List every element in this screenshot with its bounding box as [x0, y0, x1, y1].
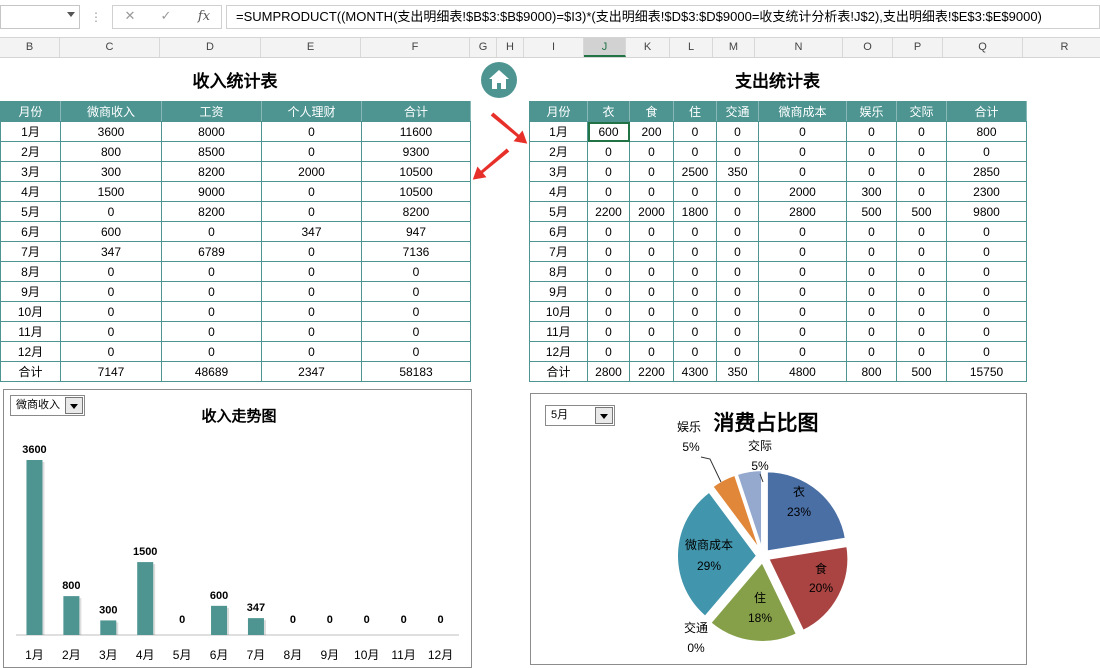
bar-data-label: 0: [437, 614, 443, 626]
slice-label: 交际: [748, 438, 772, 453]
arrow-to-expense-table: [490, 112, 528, 144]
bar-data-label: 0: [290, 614, 296, 626]
slice-percent-label: 18%: [748, 611, 772, 625]
bar-data-label: 600: [210, 590, 228, 602]
expense-pie-plot: 衣 23% 食 20% 住 18% 交通 0% 微商成本 29% 娱乐 5% 交际 5%: [676, 420, 850, 655]
slice-label: 微商成本: [685, 537, 733, 552]
bar-data-label: 347: [247, 602, 265, 614]
income-bar-plot: 3600 1月 800 2月 300 3月 1500 4月 0 5月 600 6月 347 7月 0 8月 0 9…: [16, 444, 459, 662]
income-trend-chart: 微商收入 收入走势图 3600 1月 800 2月 300 3月 1500 4月 0 5月 600 6…: [3, 389, 472, 668]
slice-percent-label: 5%: [751, 459, 769, 473]
x-tick-label: 3月: [99, 648, 118, 662]
slice-label: 住: [754, 591, 766, 605]
slice-label: 食: [815, 561, 827, 576]
x-tick-label: 8月: [284, 648, 303, 662]
bar-data-label: 300: [99, 604, 117, 616]
x-tick-label: 2月: [62, 648, 81, 662]
arrow-to-income-table: [472, 148, 510, 180]
x-tick-label: 6月: [210, 648, 229, 662]
x-tick-label: 9月: [320, 648, 339, 662]
slice-percent-label: 20%: [809, 581, 833, 595]
slice-label: 交通: [684, 620, 708, 635]
x-tick-label: 1月: [25, 648, 44, 662]
bar: [26, 460, 43, 635]
bar-data-label: 1500: [133, 546, 157, 558]
bar: [137, 562, 154, 635]
bar-data-label: 3600: [22, 444, 46, 456]
slice-label: 衣: [793, 484, 805, 499]
slice-percent-label: 5%: [682, 440, 700, 454]
x-tick-label: 11月: [391, 648, 415, 662]
leader-line: [700, 456, 722, 483]
bar: [100, 620, 117, 635]
bar: [211, 605, 228, 635]
bar: [247, 618, 264, 635]
slice-percent-label: 23%: [787, 505, 811, 519]
bar-data-label: 800: [62, 580, 80, 592]
slice-label: 娱乐: [677, 420, 701, 434]
expense-share-chart: 5月 消费占比图 衣 23% 食 20% 住 18% 交通 0% 微商成本 29% 娱乐 5% 交际 5%: [530, 393, 1027, 665]
x-tick-label: 12月: [428, 648, 453, 662]
slice-percent-label: 29%: [697, 559, 721, 573]
bar-data-label: 0: [364, 614, 370, 626]
x-tick-label: 4月: [136, 648, 155, 662]
x-tick-label: 5月: [173, 648, 192, 662]
x-tick-label: 10月: [354, 648, 379, 662]
bar-data-label: 0: [401, 614, 407, 626]
x-tick-label: 7月: [247, 648, 266, 662]
bar-data-label: 0: [327, 614, 333, 626]
bar: [63, 596, 80, 635]
bar-data-label: 0: [179, 614, 185, 626]
slice-percent-label: 0%: [687, 641, 705, 655]
